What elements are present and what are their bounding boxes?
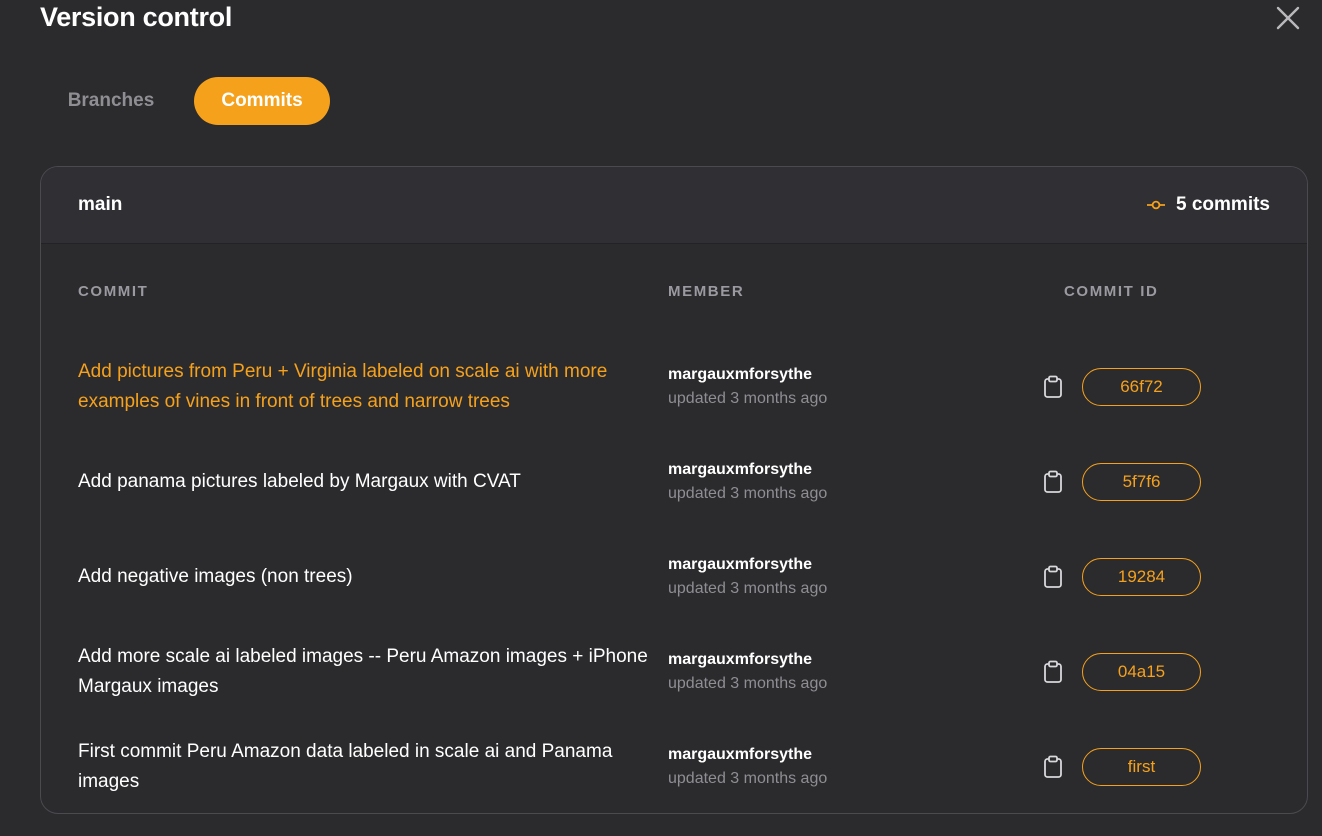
table-row: Add panama pictures labeled by Margaux w…: [41, 434, 1307, 529]
member-name: margauxmforsythe: [668, 555, 813, 573]
column-header-commit: COMMIT: [78, 283, 149, 300]
commit-member: margauxmforsythe updated 3 months ago: [668, 553, 827, 601]
copy-button[interactable]: [1043, 470, 1063, 494]
close-button[interactable]: [1274, 4, 1302, 32]
updated-time: updated 3 months ago: [668, 579, 828, 597]
commit-member: margauxmforsythe updated 3 months ago: [668, 458, 827, 506]
member-name: margauxmforsythe: [668, 460, 813, 478]
close-icon: [1276, 6, 1300, 30]
copy-button[interactable]: [1043, 375, 1063, 399]
dialog-title: Version control: [40, 2, 233, 32]
updated-time: updated 3 months ago: [668, 769, 828, 787]
tab-commits[interactable]: Commits: [194, 77, 330, 125]
commit-count-label: 5 commits: [1176, 194, 1270, 215]
copy-button[interactable]: [1043, 565, 1063, 589]
member-name: margauxmforsythe: [668, 745, 813, 763]
branch-header: main 5 commits: [41, 167, 1307, 244]
commit-id-badge[interactable]: 5f7f6: [1082, 462, 1201, 501]
commit-id-badge[interactable]: 66f72: [1082, 367, 1201, 406]
clipboard-icon: [1044, 375, 1062, 398]
updated-time: updated 3 months ago: [668, 674, 828, 692]
table-row: Add more scale ai labeled images -- Peru…: [41, 624, 1307, 719]
commit-id-badge[interactable]: 04a15: [1082, 652, 1201, 691]
clipboard-icon: [1044, 565, 1062, 588]
copy-button[interactable]: [1043, 660, 1063, 684]
updated-time: updated 3 months ago: [668, 484, 828, 502]
branch-name: main: [78, 194, 123, 215]
commit-message[interactable]: Add pictures from Peru + Virginia labele…: [78, 357, 658, 417]
commit-message[interactable]: First commit Peru Amazon data labeled in…: [78, 737, 658, 797]
clipboard-icon: [1044, 470, 1062, 493]
commit-message[interactable]: Add panama pictures labeled by Margaux w…: [78, 467, 658, 497]
commit-id-badge[interactable]: 19284: [1082, 557, 1201, 596]
commit-message[interactable]: Add negative images (non trees): [78, 562, 658, 592]
clipboard-icon: [1044, 660, 1062, 683]
table-row: Add negative images (non trees) margauxm…: [41, 529, 1307, 624]
commit-member: margauxmforsythe updated 3 months ago: [668, 743, 827, 791]
commit-id-badge[interactable]: first: [1082, 747, 1201, 786]
clipboard-icon: [1044, 755, 1062, 778]
commit-count: 5 commits: [1146, 194, 1270, 216]
commit-member: margauxmforsythe updated 3 months ago: [668, 648, 827, 696]
commits-panel: main 5 commits COMMIT MEMBER COMMIT ID A…: [40, 166, 1308, 814]
tab-branches[interactable]: Branches: [40, 77, 182, 125]
member-name: margauxmforsythe: [668, 365, 813, 383]
column-header-member: MEMBER: [668, 283, 745, 300]
updated-time: updated 3 months ago: [668, 389, 828, 407]
copy-button[interactable]: [1043, 755, 1063, 779]
commit-member: margauxmforsythe updated 3 months ago: [668, 363, 827, 411]
commit-message[interactable]: Add more scale ai labeled images -- Peru…: [78, 642, 658, 702]
table-row: Add pictures from Peru + Virginia labele…: [41, 339, 1307, 434]
column-header-commit-id: COMMIT ID: [1064, 283, 1159, 300]
table-row: First commit Peru Amazon data labeled in…: [41, 719, 1307, 813]
git-commit-icon: [1147, 200, 1166, 210]
member-name: margauxmforsythe: [668, 650, 813, 668]
